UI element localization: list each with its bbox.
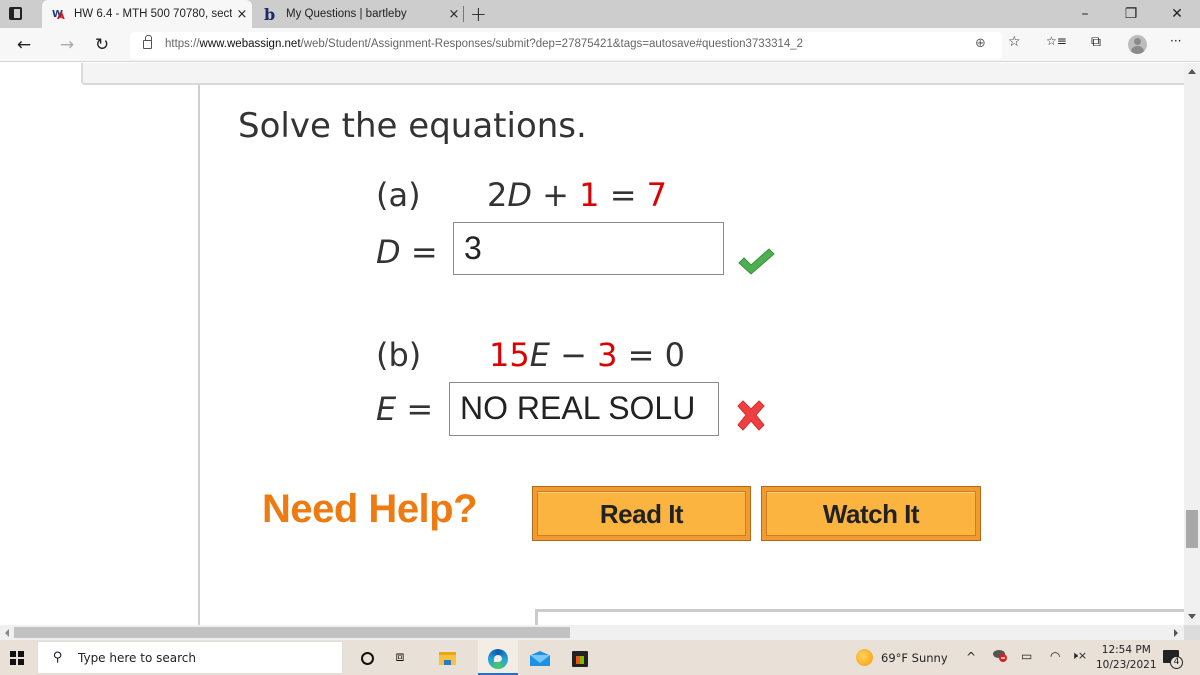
profile-avatar[interactable] <box>1128 35 1147 54</box>
url-path: /web/Student/Assignment-Responses/submit… <box>300 38 804 50</box>
onedrive-icon[interactable] <box>992 648 1007 662</box>
tray-chevron-icon[interactable]: ^ <box>966 650 976 664</box>
eq-coefficient: 2 <box>487 176 508 214</box>
part-a-answer-label: D = <box>376 233 438 271</box>
eq-operator: − <box>560 336 587 374</box>
part-b-equation: 15E − 3 = 0 <box>489 336 685 374</box>
eq-equals: = <box>627 336 655 374</box>
answer-equals: = <box>406 390 434 428</box>
incorrect-x-icon <box>737 400 765 431</box>
back-button[interactable]: ← <box>12 33 36 57</box>
browser-title-bar: WA HW 6.4 - MTH 500 70780, sectio × b My… <box>0 0 1200 28</box>
part-a-label: (a) <box>376 176 421 214</box>
eq-rhs: 7 <box>646 176 668 214</box>
battery-icon[interactable]: ▭ <box>1021 649 1032 663</box>
tab-actions-icon[interactable] <box>8 6 24 22</box>
part-b-answer-label: E = <box>376 390 433 428</box>
window-controls: – ❐ ✕ <box>1062 0 1200 28</box>
tab-label: My Questions | bartleby <box>286 8 407 20</box>
eq-coefficient: 15 <box>489 336 530 374</box>
eq-operator: + <box>542 176 569 214</box>
part-b-answer-input[interactable]: NO REAL SOLU <box>449 382 719 436</box>
clock-time: 12:54 PM <box>1101 644 1151 656</box>
answer-variable: E <box>376 390 397 428</box>
scroll-down-arrow-icon[interactable] <box>1188 614 1196 619</box>
close-tab-icon[interactable]: × <box>232 7 252 22</box>
scroll-right-arrow-icon[interactable] <box>1174 629 1178 637</box>
weather-sun-icon[interactable] <box>856 649 873 666</box>
file-explorer-icon[interactable] <box>427 640 467 675</box>
restore-button[interactable]: ❐ <box>1108 0 1154 28</box>
horizontal-scrollbar[interactable] <box>0 625 1184 640</box>
part-a-equation: 2D + 1 = 7 <box>487 176 667 214</box>
system-clock[interactable]: 12:54 PM 10/23/2021 <box>1096 643 1157 673</box>
page-content: Solve the equations. (a) 2D + 1 = 7 D = … <box>0 63 1184 625</box>
scroll-up-arrow-icon[interactable] <box>1188 69 1196 74</box>
webassign-icon: WA <box>52 8 65 22</box>
eq-constant: 1 <box>579 176 600 214</box>
search-placeholder: Type here to search <box>78 651 196 665</box>
read-it-label: Read It <box>537 491 746 536</box>
taskbar-search-box[interactable]: ⚲ Type here to search <box>37 641 343 674</box>
weather-text[interactable]: 69°F Sunny <box>881 651 948 665</box>
microsoft-store-icon[interactable] <box>560 640 600 675</box>
eq-variable: E <box>529 336 550 374</box>
close-tab-icon[interactable]: × <box>444 7 464 22</box>
vertical-scroll-thumb[interactable] <box>1186 510 1198 548</box>
minimize-button[interactable]: – <box>1062 0 1108 28</box>
edge-browser-icon[interactable] <box>478 640 518 675</box>
add-favorite-icon[interactable]: ☆ <box>1008 34 1021 50</box>
tab-bartleby[interactable]: b My Questions | bartleby × <box>254 0 464 28</box>
url-text[interactable]: https://www.webassign.net/web/Student/As… <box>165 38 803 50</box>
eq-rhs: 0 <box>664 336 685 374</box>
content-left-border <box>198 85 200 625</box>
read-it-button[interactable]: Read It <box>532 486 751 541</box>
mail-icon[interactable] <box>520 640 560 675</box>
forward-button[interactable]: → <box>55 33 79 57</box>
tab-separator <box>463 6 464 22</box>
question-prompt: Solve the equations. <box>238 106 587 146</box>
more-options-icon[interactable]: ··· <box>1170 34 1181 48</box>
task-view-icon[interactable]: ⧈ <box>380 640 420 675</box>
scroll-left-arrow-icon[interactable] <box>5 629 9 637</box>
answer-equals: = <box>410 233 438 271</box>
notification-center-icon[interactable]: 4 <box>1163 650 1183 669</box>
zoom-icon[interactable]: ⊕ <box>975 36 986 51</box>
answer-variable: D <box>376 233 401 271</box>
horizontal-scroll-thumb[interactable] <box>14 627 570 638</box>
windows-taskbar: ⚲ Type here to search ⧈ 69°F Sunny ^ ▭ ◠… <box>0 640 1200 675</box>
eq-constant: 3 <box>597 336 618 374</box>
eq-equals: = <box>609 176 637 214</box>
watch-it-label: Watch It <box>766 491 976 536</box>
notification-count: 4 <box>1170 656 1183 669</box>
search-icon: ⚲ <box>53 650 63 665</box>
start-windows-icon[interactable] <box>10 651 24 665</box>
reload-button[interactable]: ↻ <box>90 33 114 57</box>
tab-webassign[interactable]: WA HW 6.4 - MTH 500 70780, sectio × <box>42 0 252 28</box>
eq-variable: D <box>507 176 532 214</box>
address-bar[interactable]: https://www.webassign.net/web/Student/As… <box>130 32 1002 59</box>
vertical-scrollbar[interactable] <box>1184 63 1200 625</box>
correct-check-icon <box>738 248 775 275</box>
watch-it-button[interactable]: Watch It <box>761 486 981 541</box>
volume-muted-icon[interactable]: 🕨× <box>1071 649 1087 663</box>
close-window-button[interactable]: ✕ <box>1154 0 1200 28</box>
url-domain: www.webassign.net <box>199 38 301 50</box>
need-help-heading: Need Help? <box>262 487 478 531</box>
lock-icon[interactable] <box>143 35 152 49</box>
new-tab-button[interactable]: + <box>470 2 487 26</box>
tab-label: HW 6.4 - MTH 500 70780, sectio <box>74 8 232 20</box>
next-section-box <box>535 609 1184 625</box>
bartleby-icon: b <box>264 4 276 24</box>
url-scheme: https:// <box>165 38 200 50</box>
scrollbar-corner <box>1184 625 1200 640</box>
favorites-icon[interactable]: ☆≡ <box>1046 34 1067 48</box>
collections-icon[interactable]: ⧉ <box>1091 34 1101 50</box>
wifi-icon[interactable]: ◠ <box>1050 649 1060 663</box>
part-b-label: (b) <box>376 336 422 374</box>
page-header-strip <box>81 63 1184 85</box>
clock-date: 10/23/2021 <box>1096 659 1157 671</box>
part-a-answer-input[interactable]: 3 <box>453 222 724 275</box>
